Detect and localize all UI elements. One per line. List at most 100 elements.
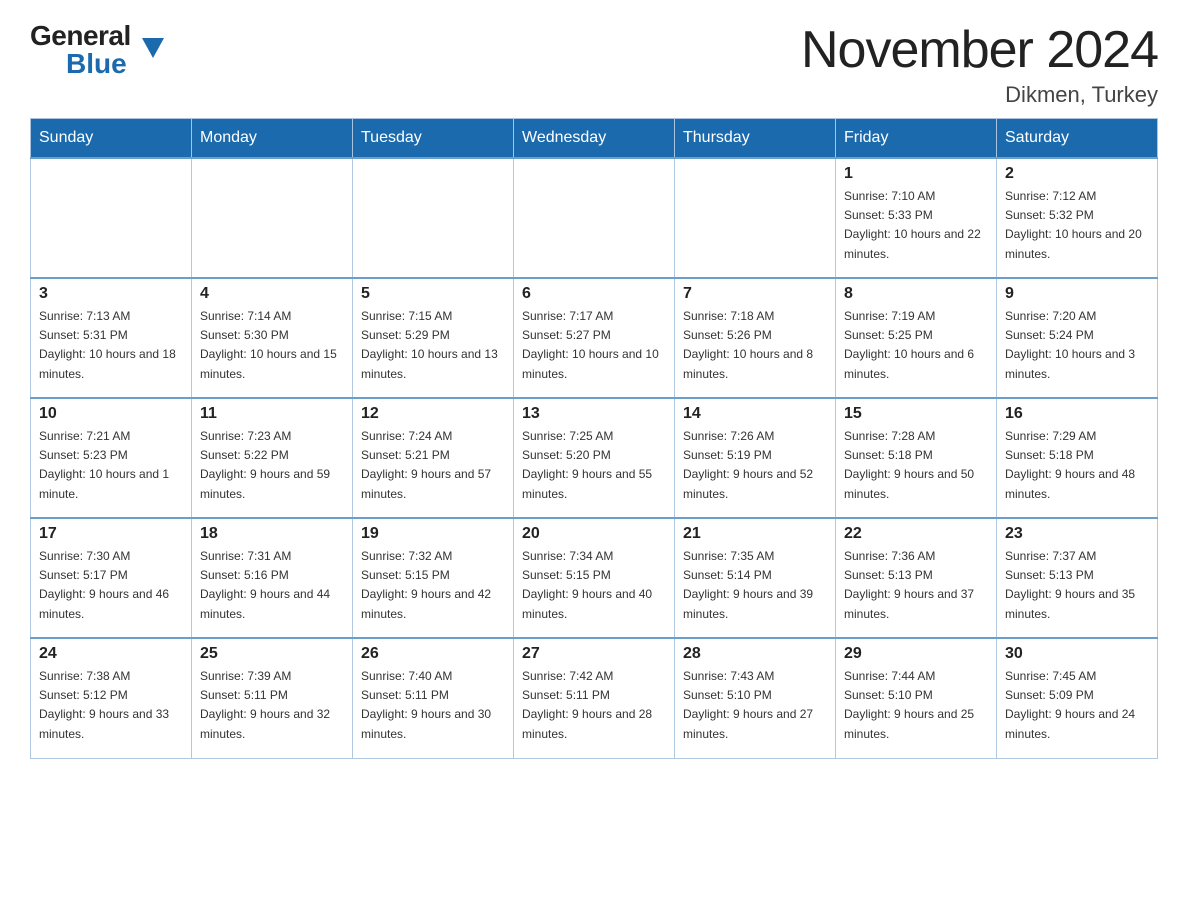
- day-number: 3: [39, 285, 183, 303]
- day-number: 20: [522, 525, 666, 543]
- day-cell: 24 Sunrise: 7:38 AMSunset: 5:12 PMDaylig…: [31, 638, 192, 758]
- day-info: Sunrise: 7:44 AMSunset: 5:10 PMDaylight:…: [844, 667, 988, 744]
- day-cell: 22 Sunrise: 7:36 AMSunset: 5:13 PMDaylig…: [836, 518, 997, 638]
- day-number: 22: [844, 525, 988, 543]
- day-cell: 2 Sunrise: 7:12 AMSunset: 5:32 PMDayligh…: [997, 158, 1158, 278]
- day-number: 11: [200, 405, 344, 423]
- day-info: Sunrise: 7:32 AMSunset: 5:15 PMDaylight:…: [361, 547, 505, 624]
- col-monday: Monday: [192, 119, 353, 159]
- day-info: Sunrise: 7:35 AMSunset: 5:14 PMDaylight:…: [683, 547, 827, 624]
- week-row-4: 17 Sunrise: 7:30 AMSunset: 5:17 PMDaylig…: [31, 518, 1158, 638]
- day-cell: 8 Sunrise: 7:19 AMSunset: 5:25 PMDayligh…: [836, 278, 997, 398]
- day-cell: 12 Sunrise: 7:24 AMSunset: 5:21 PMDaylig…: [353, 398, 514, 518]
- day-number: 1: [844, 165, 988, 183]
- day-number: 16: [1005, 405, 1149, 423]
- month-title: November 2024: [801, 20, 1158, 80]
- day-info: Sunrise: 7:12 AMSunset: 5:32 PMDaylight:…: [1005, 187, 1149, 264]
- calendar-header-row: Sunday Monday Tuesday Wednesday Thursday…: [31, 119, 1158, 159]
- col-saturday: Saturday: [997, 119, 1158, 159]
- day-cell: [514, 158, 675, 278]
- day-info: Sunrise: 7:15 AMSunset: 5:29 PMDaylight:…: [361, 307, 505, 384]
- day-cell: 5 Sunrise: 7:15 AMSunset: 5:29 PMDayligh…: [353, 278, 514, 398]
- day-info: Sunrise: 7:40 AMSunset: 5:11 PMDaylight:…: [361, 667, 505, 744]
- day-info: Sunrise: 7:26 AMSunset: 5:19 PMDaylight:…: [683, 427, 827, 504]
- day-info: Sunrise: 7:31 AMSunset: 5:16 PMDaylight:…: [200, 547, 344, 624]
- day-info: Sunrise: 7:20 AMSunset: 5:24 PMDaylight:…: [1005, 307, 1149, 384]
- day-info: Sunrise: 7:17 AMSunset: 5:27 PMDaylight:…: [522, 307, 666, 384]
- day-number: 4: [200, 285, 344, 303]
- day-number: 12: [361, 405, 505, 423]
- day-number: 26: [361, 645, 505, 663]
- page-header: General Blue November 2024 Dikmen, Turke…: [30, 20, 1158, 108]
- week-row-3: 10 Sunrise: 7:21 AMSunset: 5:23 PMDaylig…: [31, 398, 1158, 518]
- day-info: Sunrise: 7:39 AMSunset: 5:11 PMDaylight:…: [200, 667, 344, 744]
- day-info: Sunrise: 7:38 AMSunset: 5:12 PMDaylight:…: [39, 667, 183, 744]
- day-number: 5: [361, 285, 505, 303]
- day-info: Sunrise: 7:13 AMSunset: 5:31 PMDaylight:…: [39, 307, 183, 384]
- day-cell: 25 Sunrise: 7:39 AMSunset: 5:11 PMDaylig…: [192, 638, 353, 758]
- day-number: 28: [683, 645, 827, 663]
- day-cell: 17 Sunrise: 7:30 AMSunset: 5:17 PMDaylig…: [31, 518, 192, 638]
- col-wednesday: Wednesday: [514, 119, 675, 159]
- day-number: 25: [200, 645, 344, 663]
- day-cell: 7 Sunrise: 7:18 AMSunset: 5:26 PMDayligh…: [675, 278, 836, 398]
- calendar-table: Sunday Monday Tuesday Wednesday Thursday…: [30, 118, 1158, 759]
- day-number: 18: [200, 525, 344, 543]
- day-cell: 30 Sunrise: 7:45 AMSunset: 5:09 PMDaylig…: [997, 638, 1158, 758]
- day-number: 30: [1005, 645, 1149, 663]
- week-row-1: 1 Sunrise: 7:10 AMSunset: 5:33 PMDayligh…: [31, 158, 1158, 278]
- day-info: Sunrise: 7:37 AMSunset: 5:13 PMDaylight:…: [1005, 547, 1149, 624]
- day-number: 8: [844, 285, 988, 303]
- day-cell: 11 Sunrise: 7:23 AMSunset: 5:22 PMDaylig…: [192, 398, 353, 518]
- col-thursday: Thursday: [675, 119, 836, 159]
- day-number: 9: [1005, 285, 1149, 303]
- day-cell: 13 Sunrise: 7:25 AMSunset: 5:20 PMDaylig…: [514, 398, 675, 518]
- col-tuesday: Tuesday: [353, 119, 514, 159]
- week-row-2: 3 Sunrise: 7:13 AMSunset: 5:31 PMDayligh…: [31, 278, 1158, 398]
- day-number: 27: [522, 645, 666, 663]
- day-cell: 14 Sunrise: 7:26 AMSunset: 5:19 PMDaylig…: [675, 398, 836, 518]
- week-row-5: 24 Sunrise: 7:38 AMSunset: 5:12 PMDaylig…: [31, 638, 1158, 758]
- day-cell: 1 Sunrise: 7:10 AMSunset: 5:33 PMDayligh…: [836, 158, 997, 278]
- title-area: November 2024 Dikmen, Turkey: [801, 20, 1158, 108]
- day-info: Sunrise: 7:14 AMSunset: 5:30 PMDaylight:…: [200, 307, 344, 384]
- day-cell: 9 Sunrise: 7:20 AMSunset: 5:24 PMDayligh…: [997, 278, 1158, 398]
- day-cell: 6 Sunrise: 7:17 AMSunset: 5:27 PMDayligh…: [514, 278, 675, 398]
- col-sunday: Sunday: [31, 119, 192, 159]
- day-info: Sunrise: 7:24 AMSunset: 5:21 PMDaylight:…: [361, 427, 505, 504]
- day-info: Sunrise: 7:23 AMSunset: 5:22 PMDaylight:…: [200, 427, 344, 504]
- day-cell: 10 Sunrise: 7:21 AMSunset: 5:23 PMDaylig…: [31, 398, 192, 518]
- day-cell: 15 Sunrise: 7:28 AMSunset: 5:18 PMDaylig…: [836, 398, 997, 518]
- day-number: 6: [522, 285, 666, 303]
- day-cell: 18 Sunrise: 7:31 AMSunset: 5:16 PMDaylig…: [192, 518, 353, 638]
- logo-blue-text: Blue: [66, 48, 127, 80]
- day-cell: 27 Sunrise: 7:42 AMSunset: 5:11 PMDaylig…: [514, 638, 675, 758]
- day-cell: 20 Sunrise: 7:34 AMSunset: 5:15 PMDaylig…: [514, 518, 675, 638]
- col-friday: Friday: [836, 119, 997, 159]
- day-cell: [353, 158, 514, 278]
- day-number: 2: [1005, 165, 1149, 183]
- day-number: 29: [844, 645, 988, 663]
- day-number: 17: [39, 525, 183, 543]
- location: Dikmen, Turkey: [801, 82, 1158, 108]
- day-number: 7: [683, 285, 827, 303]
- day-info: Sunrise: 7:42 AMSunset: 5:11 PMDaylight:…: [522, 667, 666, 744]
- day-cell: 21 Sunrise: 7:35 AMSunset: 5:14 PMDaylig…: [675, 518, 836, 638]
- day-info: Sunrise: 7:36 AMSunset: 5:13 PMDaylight:…: [844, 547, 988, 624]
- day-cell: 26 Sunrise: 7:40 AMSunset: 5:11 PMDaylig…: [353, 638, 514, 758]
- day-number: 13: [522, 405, 666, 423]
- day-info: Sunrise: 7:34 AMSunset: 5:15 PMDaylight:…: [522, 547, 666, 624]
- day-info: Sunrise: 7:21 AMSunset: 5:23 PMDaylight:…: [39, 427, 183, 504]
- day-number: 23: [1005, 525, 1149, 543]
- day-info: Sunrise: 7:30 AMSunset: 5:17 PMDaylight:…: [39, 547, 183, 624]
- day-number: 24: [39, 645, 183, 663]
- day-info: Sunrise: 7:19 AMSunset: 5:25 PMDaylight:…: [844, 307, 988, 384]
- day-number: 15: [844, 405, 988, 423]
- day-cell: [31, 158, 192, 278]
- day-info: Sunrise: 7:29 AMSunset: 5:18 PMDaylight:…: [1005, 427, 1149, 504]
- logo-arrow-icon: [142, 38, 164, 58]
- logo: General Blue: [30, 20, 142, 80]
- day-cell: 4 Sunrise: 7:14 AMSunset: 5:30 PMDayligh…: [192, 278, 353, 398]
- day-info: Sunrise: 7:25 AMSunset: 5:20 PMDaylight:…: [522, 427, 666, 504]
- day-cell: 3 Sunrise: 7:13 AMSunset: 5:31 PMDayligh…: [31, 278, 192, 398]
